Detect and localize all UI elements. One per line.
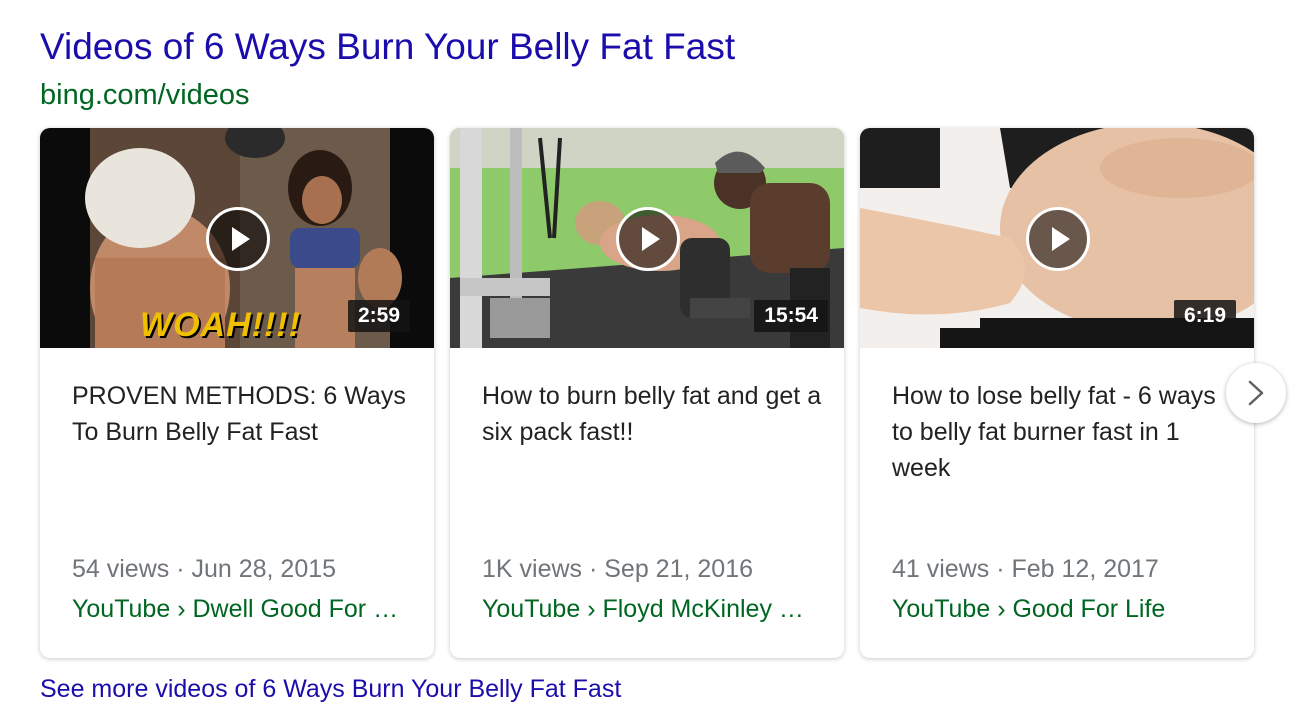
video-duration: 15:54 <box>754 300 828 332</box>
video-card[interactable]: 15:54 How to burn belly fat and get a si… <box>450 128 844 658</box>
video-title: PROVEN METHODS: 6 Ways To Burn Belly Fat… <box>72 382 406 446</box>
video-card[interactable]: WOAH!!!! 2:59 PROVEN METHODS: 6 Ways To … <box>40 128 434 658</box>
video-meta: 1K views · Sep 21, 2016 <box>482 555 753 583</box>
video-meta: 41 views · Feb 12, 2017 <box>892 555 1159 583</box>
video-thumbnail[interactable]: 6:19 <box>860 128 1254 348</box>
play-icon[interactable] <box>206 207 270 271</box>
video-carousel-result: Videos of 6 Ways Burn Your Belly Fat Fas… <box>0 0 1296 724</box>
video-channel: YouTube › Dwell Good For … <box>72 595 399 623</box>
video-cards-row: WOAH!!!! 2:59 PROVEN METHODS: 6 Ways To … <box>40 128 1256 658</box>
chevron-right-icon <box>1248 380 1264 406</box>
result-title-link[interactable]: Videos of 6 Ways Burn Your Belly Fat Fas… <box>40 24 735 70</box>
video-channel: YouTube › Floyd McKinley … <box>482 595 804 623</box>
video-title: How to lose belly fat - 6 ways to belly … <box>892 382 1216 482</box>
video-duration: 2:59 <box>347 300 410 332</box>
play-icon[interactable] <box>616 207 680 271</box>
video-meta: 54 views · Jun 28, 2015 <box>72 555 337 583</box>
carousel-next-button[interactable] <box>1226 363 1286 423</box>
video-thumbnail[interactable]: 15:54 <box>450 128 844 348</box>
video-thumbnail[interactable]: WOAH!!!! 2:59 <box>40 128 434 348</box>
see-more-videos-link[interactable]: See more videos of 6 Ways Burn Your Bell… <box>40 672 621 706</box>
video-card[interactable]: 6:19 How to lose belly fat - 6 ways to b… <box>860 128 1254 658</box>
video-channel: YouTube › Good For Life <box>892 595 1166 623</box>
video-duration: 6:19 <box>1173 300 1236 332</box>
video-title: How to burn belly fat and get a six pack… <box>482 382 822 446</box>
play-icon[interactable] <box>1026 207 1090 271</box>
thumbnail-caption-text: WOAH!!!! <box>140 306 301 344</box>
result-source-url: bing.com/videos <box>40 79 250 111</box>
